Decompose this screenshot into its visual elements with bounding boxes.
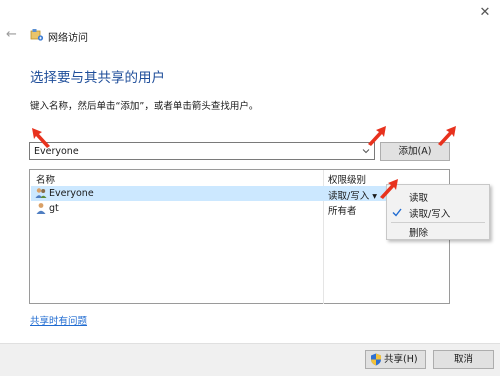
row-permission-dropdown[interactable]: 读取/写入 ▾ [328, 188, 377, 202]
column-header-permission[interactable]: 权限级别 [328, 172, 366, 186]
window-title: 网络访问 [48, 33, 88, 44]
menu-item-remove[interactable]: 删除 [387, 223, 489, 239]
red-annotation-arrow-icon [32, 128, 50, 148]
menu-item-read-write[interactable]: 读取/写入 [387, 204, 489, 220]
page-heading: 选择要与其共享的用户 [30, 70, 165, 86]
red-annotation-arrow-icon [368, 126, 386, 146]
menu-item-label: 读取/写入 [409, 209, 451, 220]
row-user-name: gt [49, 203, 59, 214]
back-arrow-icon[interactable]: ← [6, 28, 20, 42]
users-group-icon [35, 187, 47, 199]
uac-shield-icon [370, 353, 382, 366]
sharing-help-link[interactable]: 共享时有问题 [30, 313, 87, 327]
share-button[interactable]: 共享(H) [365, 350, 426, 369]
close-icon[interactable]: ✕ [478, 6, 492, 20]
column-header-name[interactable]: 名称 [36, 172, 55, 186]
network-folder-icon [30, 28, 44, 42]
share-button-label: 共享(H) [384, 354, 418, 365]
menu-item-label: 读取 [409, 193, 429, 204]
row-permission: 所有者 [328, 206, 357, 217]
user-icon [35, 202, 47, 214]
red-annotation-arrow-icon [380, 179, 398, 199]
instruction-text: 键入名称，然后单击“添加”，或者单击箭头查找用户。 [30, 101, 259, 112]
dialog-footer: 共享(H) 取消 [0, 343, 500, 376]
check-icon [391, 206, 403, 218]
user-combo-box[interactable]: Everyone [29, 142, 375, 160]
permission-context-menu: 读取 读取/写入 删除 [386, 184, 490, 240]
cancel-button[interactable]: 取消 [433, 350, 494, 369]
red-annotation-arrow-icon [438, 126, 456, 146]
menu-item-label: 删除 [409, 228, 429, 239]
row-user-name: Everyone [49, 188, 94, 199]
menu-item-read[interactable]: 读取 [387, 188, 489, 204]
